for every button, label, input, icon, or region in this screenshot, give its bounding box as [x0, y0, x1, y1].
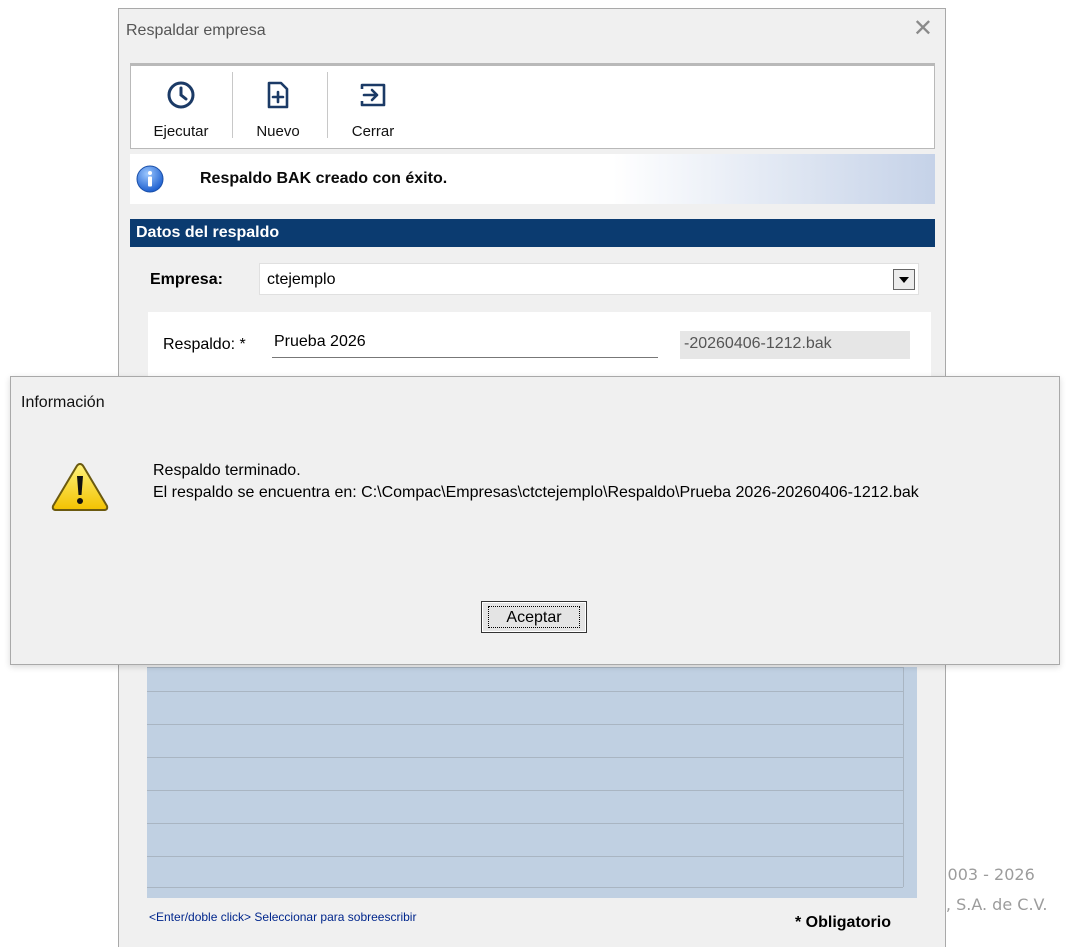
required-note: * Obligatorio [795, 914, 891, 931]
close-label: Cerrar [351, 123, 395, 140]
toolbar-separator [232, 72, 233, 138]
chevron-down-icon[interactable] [893, 269, 915, 290]
warning-icon [51, 462, 109, 511]
grid-column-line [903, 667, 904, 887]
empresa-value: ctejemplo [267, 271, 336, 288]
exit-icon [360, 83, 386, 107]
accept-label: Aceptar [488, 606, 580, 628]
new-button[interactable]: Nuevo [243, 68, 313, 140]
info-icon [136, 165, 164, 193]
grid-row-line [147, 724, 903, 725]
respaldo-suffix: -20260406-1212.bak [684, 335, 832, 352]
grid-row-line [147, 856, 903, 857]
dialog-message-line2: El respaldo se encuentra en: C:\Compac\E… [153, 484, 919, 501]
empresa-select[interactable]: ctejemplo [259, 263, 919, 295]
execute-label: Ejecutar [153, 123, 209, 140]
info-dialog: Información Respaldo terminado. El respa… [10, 376, 1060, 665]
close-icon[interactable]: ✕ [913, 17, 933, 41]
section-header: Datos del respaldo [130, 219, 935, 247]
grid-row-line [147, 757, 903, 758]
new-label: Nuevo [256, 123, 300, 140]
empresa-label: Empresa: [150, 271, 223, 288]
hint-text: <Enter/doble click> Seleccionar para sob… [149, 910, 417, 924]
grid-row-line [147, 887, 903, 888]
accept-button[interactable]: Aceptar [481, 601, 587, 633]
dialog-message-line1: Respaldo terminado. [153, 462, 301, 479]
toolbar: Ejecutar Nuevo Cerrar [130, 63, 935, 149]
grid-row-line [147, 691, 903, 692]
new-document-icon [267, 81, 289, 109]
clock-icon [167, 81, 195, 109]
dialog-title: Información [21, 394, 105, 411]
status-banner: Respaldo BAK creado con éxito. [130, 154, 935, 204]
respaldo-suffix-field: -20260406-1212.bak [680, 331, 910, 359]
toolbar-separator [327, 72, 328, 138]
grid-row-line [147, 823, 903, 824]
window-title: Respaldar empresa [126, 22, 266, 39]
banner-message: Respaldo BAK creado con éxito. [200, 170, 448, 187]
respaldo-input[interactable]: Prueba 2026 [272, 325, 658, 358]
close-button[interactable]: Cerrar [338, 68, 408, 140]
grid-row-line [147, 667, 903, 668]
grid-row-line [147, 790, 903, 791]
respaldo-label: Respaldo: * [163, 336, 246, 353]
backups-grid[interactable] [147, 667, 917, 898]
execute-button[interactable]: Ejecutar [138, 68, 224, 140]
respaldo-value: Prueba 2026 [274, 333, 366, 350]
